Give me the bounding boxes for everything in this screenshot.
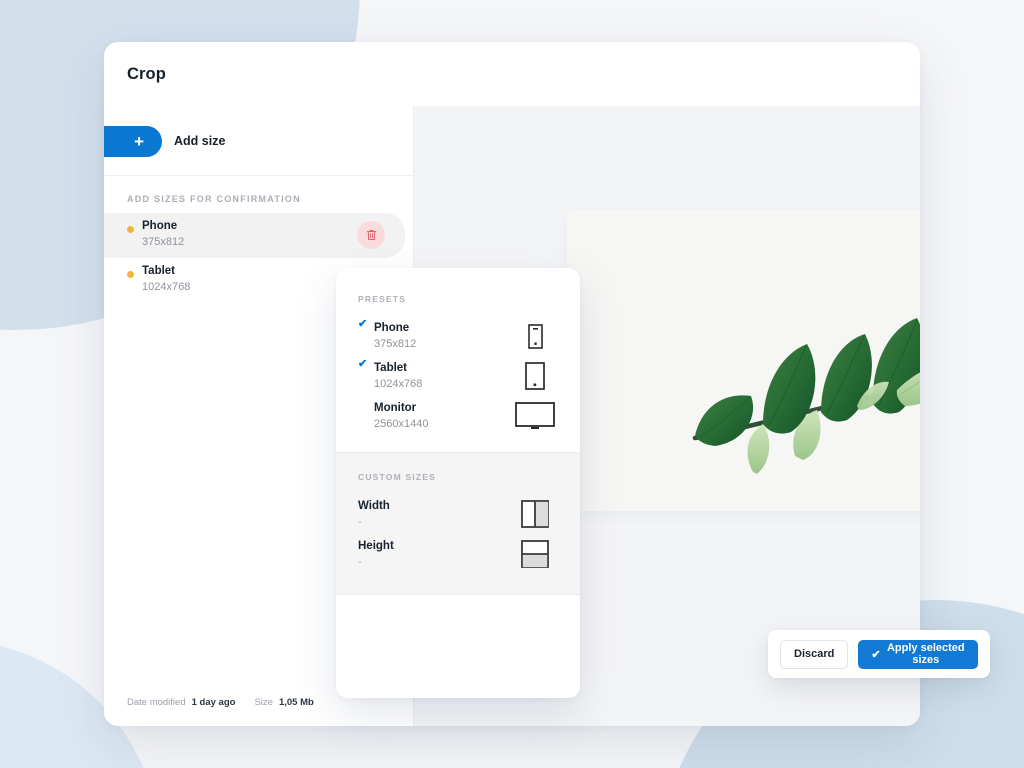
- preset-option-tablet[interactable]: ✔ Tablet 1024x768: [358, 356, 558, 396]
- action-bar: Discard ✔ Apply selected sizes: [768, 630, 990, 678]
- status-dot-icon: [127, 226, 134, 233]
- custom-width-texts: Width -: [358, 498, 512, 530]
- file-size-value: 1,05 Mb: [278, 697, 314, 708]
- sizes-section-caption: ADD SIZES FOR CONFIRMATION: [127, 194, 301, 204]
- preset-option-phone[interactable]: ✔ Phone 375x812: [358, 316, 558, 356]
- check-icon: ✔: [358, 318, 368, 330]
- check-icon: ✔: [358, 358, 368, 370]
- preset-option-monitor[interactable]: Monitor 2560x1440: [358, 396, 558, 436]
- page-title: Crop: [127, 64, 166, 83]
- add-size-row: + Add size: [104, 106, 413, 176]
- preset-texts: Tablet 1024x768: [374, 360, 512, 392]
- image-preview[interactable]: [567, 210, 920, 511]
- date-modified-label: Date modified: [127, 697, 186, 708]
- preset-name: Monitor: [374, 402, 417, 414]
- add-size-label: Add size: [174, 133, 226, 148]
- list-item[interactable]: Phone 375x812: [104, 213, 405, 258]
- phone-icon: [512, 323, 558, 349]
- custom-sizes-section: CUSTOM SIZES Width - Height -: [336, 452, 580, 595]
- popup-empty-area: [336, 595, 580, 698]
- preset-checkbox[interactable]: ✔: [358, 319, 374, 330]
- presets-caption: PRESETS: [358, 294, 407, 304]
- preset-name: Phone: [374, 322, 410, 334]
- preset-dimensions: 1024x768: [374, 378, 423, 390]
- size-item-texts: Phone 375x812: [142, 219, 357, 250]
- plus-icon: +: [134, 132, 144, 151]
- file-size-label: Size: [254, 697, 273, 708]
- title-bar: Crop: [104, 42, 920, 106]
- preset-dimensions: 2560x1440: [374, 418, 429, 430]
- screen: Crop + Add size ADD SIZES FOR CONFIRMATI…: [0, 0, 1024, 768]
- apply-button-label: Apply selected sizes: [886, 642, 965, 666]
- delete-size-button[interactable]: [357, 220, 385, 249]
- custom-size-width[interactable]: Width -: [358, 494, 558, 534]
- custom-width-value[interactable]: -: [358, 514, 512, 530]
- custom-width-label: Width: [358, 500, 390, 512]
- preset-texts: Phone 375x812: [374, 320, 512, 352]
- preset-texts: Monitor 2560x1440: [374, 400, 512, 432]
- width-split-icon: [512, 500, 558, 528]
- status-dot-icon: [127, 271, 134, 278]
- custom-sizes-caption: CUSTOM SIZES: [358, 472, 437, 482]
- height-split-icon: [512, 540, 558, 568]
- custom-height-label: Height: [358, 540, 394, 552]
- tablet-icon: [512, 362, 558, 390]
- add-size-button[interactable]: +: [104, 126, 162, 157]
- date-modified-value: 1 day ago: [191, 697, 236, 708]
- preset-dimensions: 375x812: [374, 338, 417, 350]
- presets-popup: PRESETS ✔ Phone 375x812 ✔ Tablet 1024x76…: [336, 268, 580, 698]
- plant-photo-illustration: [567, 210, 920, 511]
- custom-height-texts: Height -: [358, 538, 512, 570]
- file-metadata: Date modified 1 day ago Size 1,05 Mb: [104, 697, 413, 726]
- presets-section: PRESETS ✔ Phone 375x812 ✔ Tablet 1024x76…: [336, 268, 580, 452]
- monitor-icon: [512, 402, 558, 430]
- trash-icon: [366, 229, 376, 240]
- custom-size-height[interactable]: Height -: [358, 534, 558, 574]
- size-item-dimensions: 375x812: [142, 236, 185, 248]
- custom-height-value[interactable]: -: [358, 554, 512, 570]
- size-item-name: Phone: [142, 220, 178, 232]
- preset-checkbox[interactable]: ✔: [358, 359, 374, 370]
- preset-name: Tablet: [374, 362, 408, 374]
- check-icon: ✔: [871, 648, 881, 661]
- apply-selected-sizes-button[interactable]: ✔ Apply selected sizes: [858, 639, 978, 669]
- discard-button[interactable]: Discard: [780, 639, 849, 669]
